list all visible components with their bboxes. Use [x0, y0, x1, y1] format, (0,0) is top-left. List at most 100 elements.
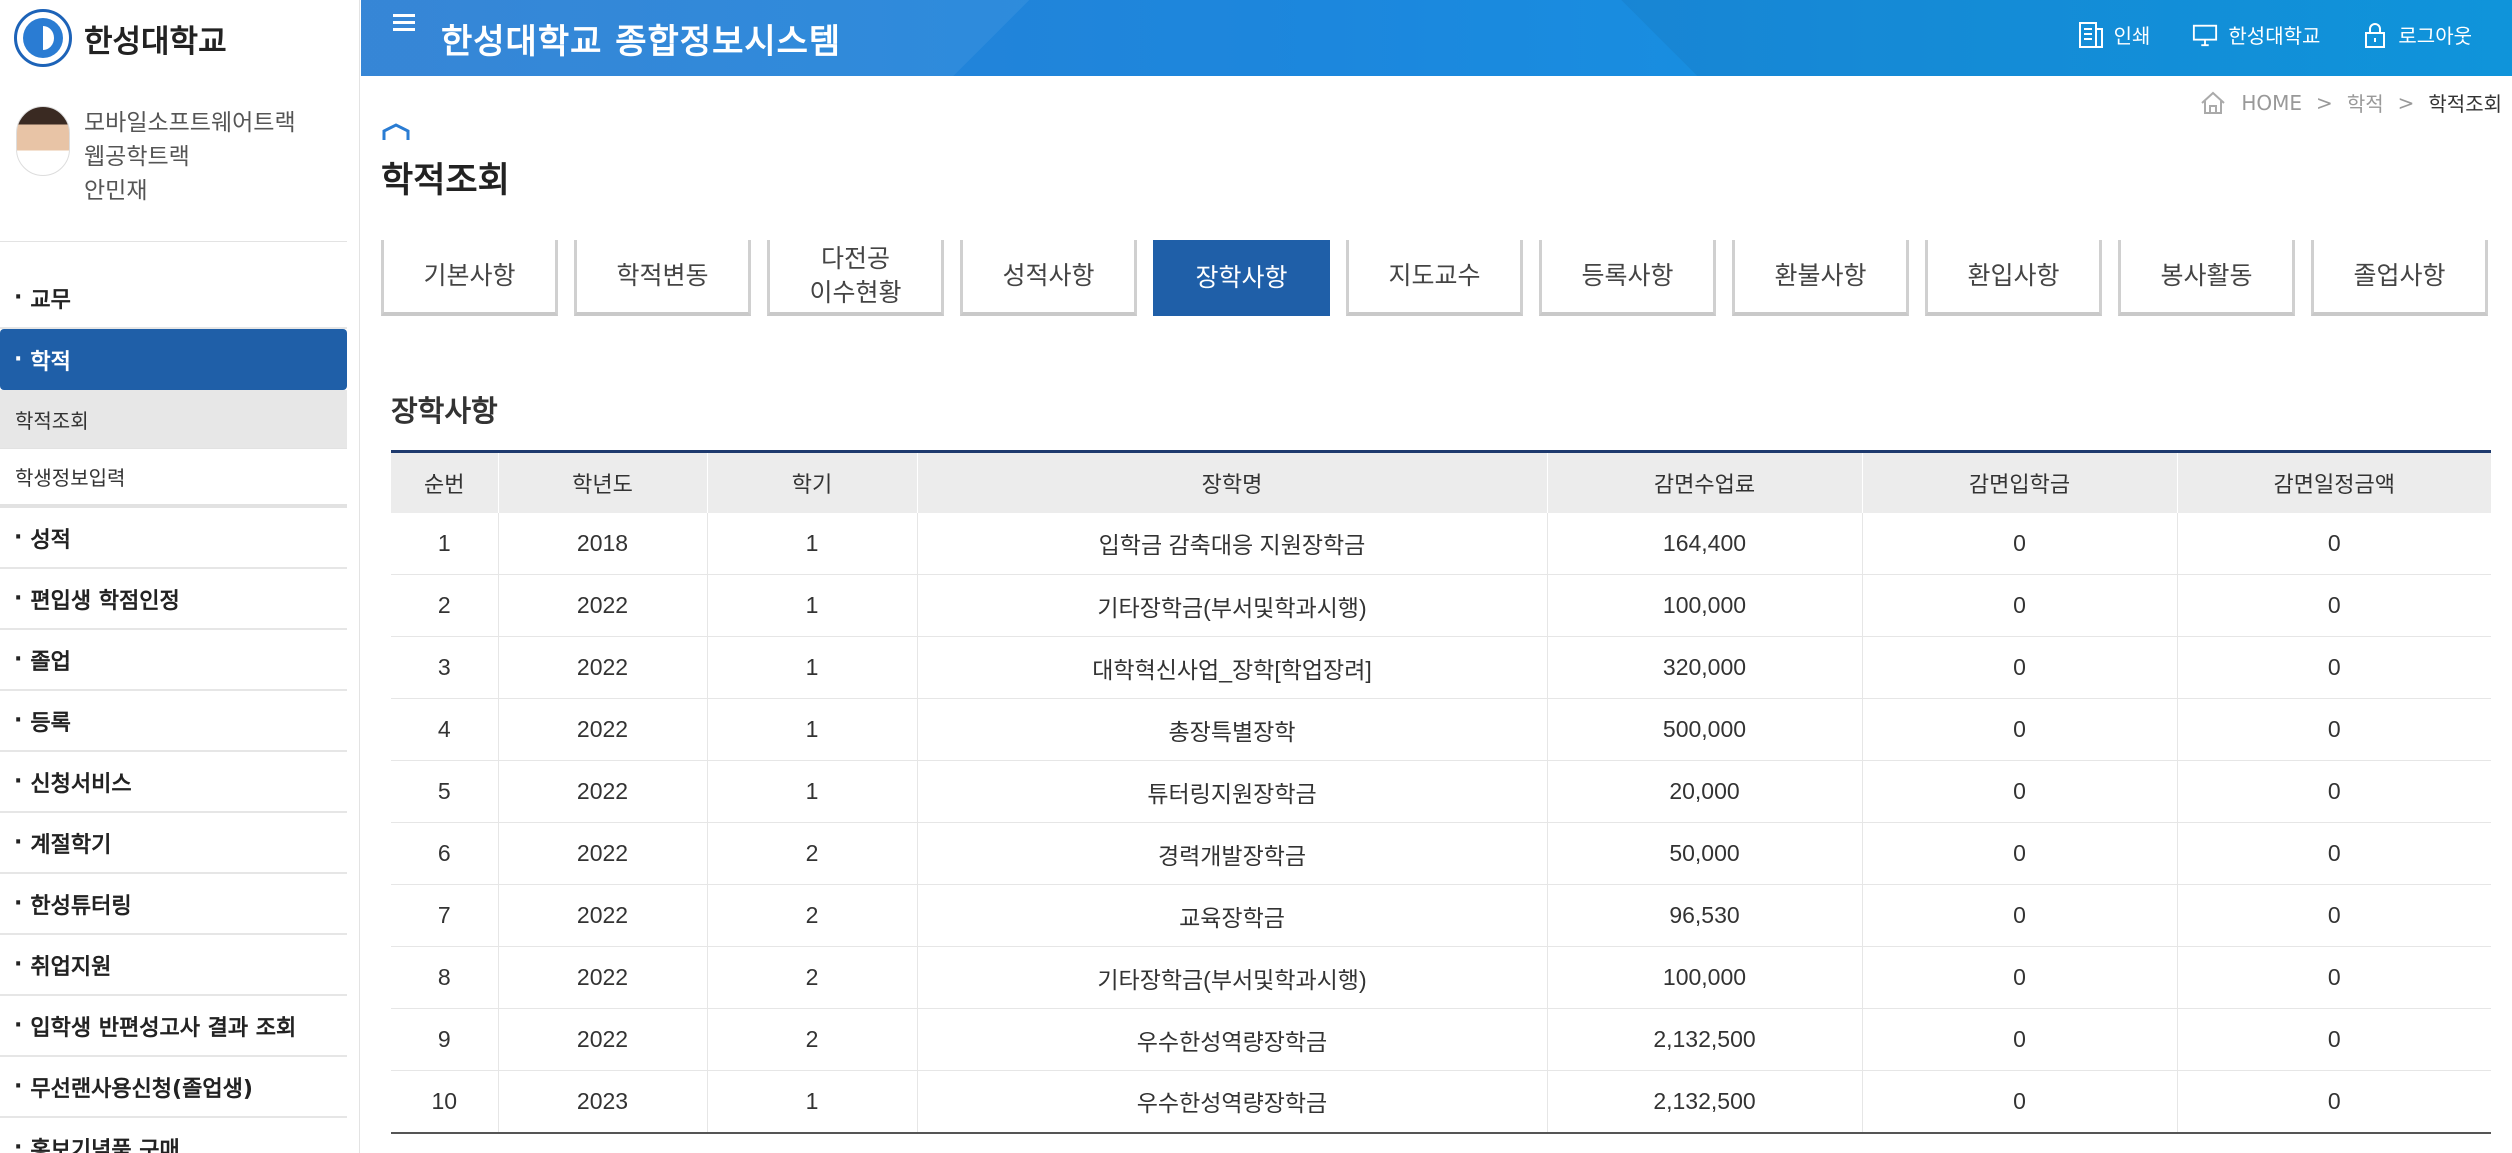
profile-name: 안민재 — [84, 178, 148, 204]
scholarship-table-container: 순번 학년도 학기 장학명 감면수업료 감면입학금 감면일정금액 1 2018 1 입… — [391, 450, 2491, 1134]
sidebar-item-career-support[interactable]: · 취업지원 — [0, 935, 347, 996]
cell-admission-fee-reduction: 0 — [1861, 884, 2177, 947]
sidebar-menu: · 교무 · 학적 학적조회 학생정보입력 · 성적 · 편입생 학점인정 · 졸업 · 등… — [0, 268, 359, 1153]
col-header-semester[interactable]: 학기 — [706, 451, 917, 513]
sidebar-item-application-service[interactable]: · 신청서비스 — [0, 752, 347, 813]
cell-fixed-amount-reduction: 0 — [2176, 1008, 2491, 1071]
cell-year: 2022 — [497, 636, 707, 699]
print-icon — [2078, 21, 2103, 48]
cell-admission-fee-reduction: 0 — [1861, 760, 2177, 823]
cell-no: 3 — [391, 636, 498, 699]
cell-semester: 1 — [706, 574, 917, 637]
table-row[interactable]: 8 2022 2 기타장학금(부서및학과시행) 100,000 0 0 — [391, 946, 2491, 1009]
sidebar-item-academic-affairs[interactable]: · 교무 — [0, 268, 347, 329]
col-header-fixed-amount-reduction[interactable]: 감면일정금액 — [2176, 451, 2491, 513]
university-site-button[interactable]: 한성대학교 — [2192, 20, 2320, 49]
tab-repayments[interactable]: 환입사항 — [1925, 240, 2102, 316]
cell-semester: 1 — [706, 636, 917, 699]
sidebar-item-student-records[interactable]: · 학적 — [0, 329, 347, 390]
user-profile: 모바일소프트웨어트랙 웹공학트랙 안민재 — [0, 76, 347, 242]
cell-no: 4 — [391, 698, 498, 761]
tab-refunds[interactable]: 환불사항 — [1732, 240, 1909, 316]
menu-toggle-icon[interactable] — [393, 14, 415, 32]
cell-no: 7 — [391, 884, 498, 947]
cell-tuition-reduction: 2,132,500 — [1546, 1070, 1862, 1134]
breadcrumb-home[interactable]: HOME — [2241, 91, 2302, 115]
col-header-no[interactable]: 순번 — [391, 451, 498, 513]
tab-status-changes[interactable]: 학적변동 — [574, 240, 751, 316]
cell-tuition-reduction: 164,400 — [1546, 512, 1862, 575]
brand[interactable]: 한성대학교 — [0, 0, 359, 76]
profile-track-2: 웹공학트랙 — [84, 144, 190, 170]
table-row[interactable]: 5 2022 1 튜터링지원장학금 20,000 0 0 — [391, 760, 2491, 823]
monitor-icon — [2193, 24, 2218, 46]
tab-grades[interactable]: 성적사항 — [960, 240, 1137, 316]
cell-admission-fee-reduction: 0 — [1861, 574, 2177, 637]
table-row[interactable]: 10 2023 1 우수한성역량장학금 2,132,500 0 0 — [391, 1070, 2491, 1134]
tab-bar: 기본사항 학적변동 다전공 이수현황 성적사항 장학사항 지도교수 등록사항 환불… — [381, 240, 2488, 316]
tab-basic-info[interactable]: 기본사항 — [381, 240, 558, 316]
cell-no: 1 — [391, 512, 498, 575]
col-header-year[interactable]: 학년도 — [497, 451, 707, 513]
sidebar-item-grades[interactable]: · 성적 — [0, 508, 347, 569]
logout-button[interactable]: 로그아웃 — [2362, 20, 2472, 49]
table-row[interactable]: 3 2022 1 대학혁신사업_장학[학업장려] 320,000 0 0 — [391, 636, 2491, 699]
sidebar-item-registration[interactable]: · 등록 — [0, 691, 347, 752]
col-header-tuition-reduction[interactable]: 감면수업료 — [1546, 451, 1862, 513]
sidebar-item-placement-test-results[interactable]: · 입학생 반편성고사 결과 조회 — [0, 996, 347, 1057]
table-row[interactable]: 9 2022 2 우수한성역량장학금 2,132,500 0 0 — [391, 1008, 2491, 1071]
cell-year: 2022 — [497, 1008, 707, 1071]
print-button[interactable]: 인쇄 — [2078, 20, 2150, 49]
cell-scholarship-name: 기타장학금(부서및학과시행) — [916, 574, 1547, 637]
sidebar-item-wireless-lan[interactable]: · 무선랜사용신청(졸업생) — [0, 1057, 347, 1118]
cell-scholarship-name: 기타장학금(부서및학과시행) — [916, 946, 1547, 1009]
top-header: 한성대학교 종합정보시스템 인쇄 한성대학교 로그아웃 — [361, 0, 2512, 76]
section-title: 장학사항 — [391, 394, 498, 428]
cell-admission-fee-reduction: 0 — [1861, 822, 2177, 885]
cell-semester: 2 — [706, 946, 917, 1009]
cell-scholarship-name: 대학혁신사업_장학[학업장려] — [916, 636, 1547, 699]
sidebar-item-tutoring[interactable]: · 한성튜터링 — [0, 874, 347, 935]
cell-tuition-reduction: 2,132,500 — [1546, 1008, 1862, 1071]
cell-tuition-reduction: 96,530 — [1546, 884, 1862, 947]
table-row[interactable]: 1 2018 1 입학금 감축대응 지원장학금 164,400 0 0 — [391, 512, 2491, 575]
sidebar-item-souvenir-purchase[interactable]: · 홍보기념품 구매 — [0, 1118, 347, 1153]
sidebar-subitem-student-info-input[interactable]: 학생정보입력 — [0, 449, 347, 508]
cell-no: 5 — [391, 760, 498, 823]
profile-track-1: 모바일소프트웨어트랙 — [84, 110, 296, 136]
tab-graduation[interactable]: 졸업사항 — [2311, 240, 2488, 316]
tab-volunteer[interactable]: 봉사활동 — [2118, 240, 2295, 316]
tab-scholarships[interactable]: 장학사항 — [1153, 240, 1330, 316]
cell-no: 8 — [391, 946, 498, 1009]
table-row[interactable]: 7 2022 2 교육장학금 96,530 0 0 — [391, 884, 2491, 947]
sidebar-item-graduation[interactable]: · 졸업 — [0, 630, 347, 691]
cell-tuition-reduction: 20,000 — [1546, 760, 1862, 823]
page-title: 학적조회 — [381, 161, 510, 201]
table-row[interactable]: 6 2022 2 경력개발장학금 50,000 0 0 — [391, 822, 2491, 885]
cell-year: 2022 — [497, 760, 707, 823]
table-row[interactable]: 2 2022 1 기타장학금(부서및학과시행) 100,000 0 0 — [391, 574, 2491, 637]
col-header-scholarship-name[interactable]: 장학명 — [916, 451, 1547, 513]
table-row[interactable]: 4 2022 1 총장특별장학 500,000 0 0 — [391, 698, 2491, 761]
col-header-admission-fee-reduction[interactable]: 감면입학금 — [1861, 451, 2177, 513]
cell-year: 2022 — [497, 574, 707, 637]
breadcrumb-level1[interactable]: 학적 — [2347, 88, 2384, 117]
cell-admission-fee-reduction: 0 — [1861, 1008, 2177, 1071]
cell-year: 2018 — [497, 512, 707, 575]
cell-fixed-amount-reduction: 0 — [2176, 1070, 2491, 1134]
cell-scholarship-name: 총장특별장학 — [916, 698, 1547, 761]
cell-year: 2023 — [497, 1070, 707, 1134]
cell-admission-fee-reduction: 0 — [1861, 636, 2177, 699]
system-title: 한성대학교 종합정보시스템 — [441, 22, 842, 62]
sidebar-item-seasonal-semester[interactable]: · 계절학기 — [0, 813, 347, 874]
tab-advisor[interactable]: 지도교수 — [1346, 240, 1523, 316]
cell-fixed-amount-reduction: 0 — [2176, 698, 2491, 761]
page-home-icon — [382, 123, 410, 140]
sidebar-item-transfer-credits[interactable]: · 편입생 학점인정 — [0, 569, 347, 630]
tab-registration[interactable]: 등록사항 — [1539, 240, 1716, 316]
cell-scholarship-name: 경력개발장학금 — [916, 822, 1547, 885]
cell-no: 6 — [391, 822, 498, 885]
tab-multi-major[interactable]: 다전공 이수현황 — [767, 240, 944, 316]
cell-admission-fee-reduction: 0 — [1861, 698, 2177, 761]
sidebar-subitem-records-inquiry[interactable]: 학적조회 — [0, 390, 347, 449]
